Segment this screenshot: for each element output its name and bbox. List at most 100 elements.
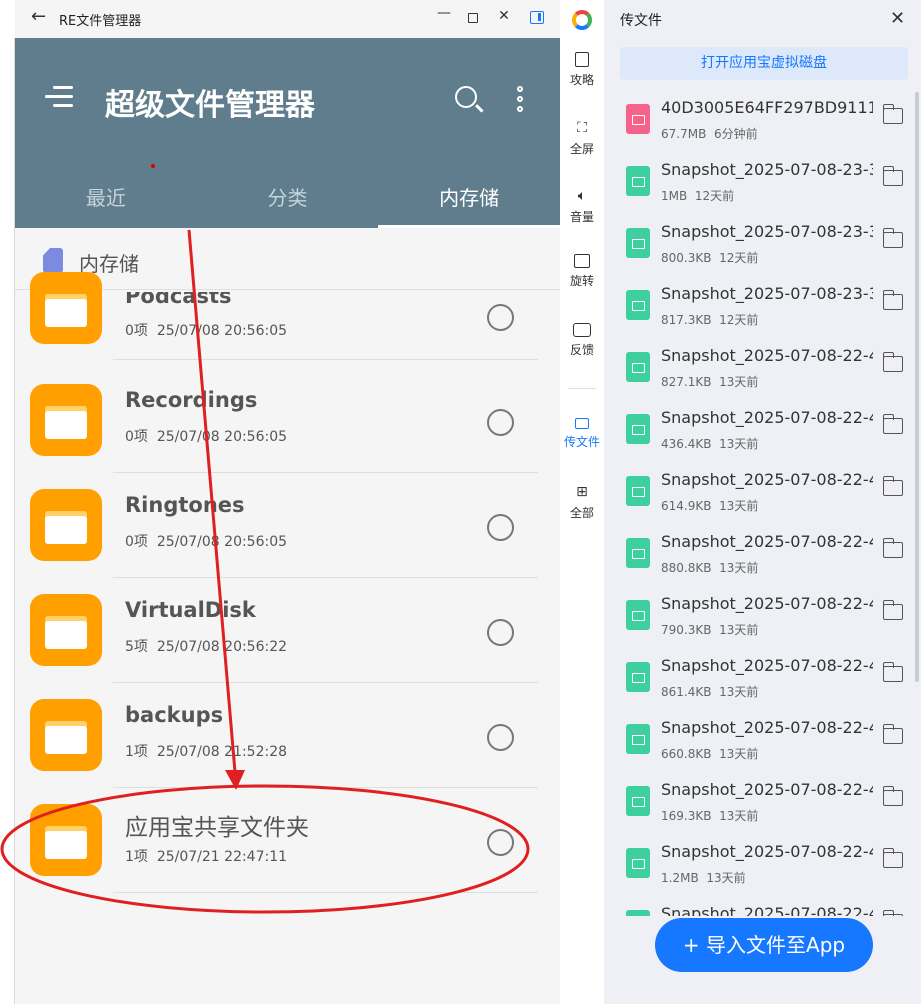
folder-row[interactable]: backups 1项 25/07/08 21:52:28 (15, 683, 560, 788)
file-name: Snapshot_2025-07-08-22-47 (661, 718, 873, 737)
image-file-icon (626, 724, 650, 754)
folder-row[interactable]: Ringtones 0项 25/07/08 20:56:05 (15, 473, 560, 578)
folder-meta: 0项 25/07/08 20:56:05 (125, 534, 288, 550)
open-folder-icon[interactable] (882, 724, 903, 744)
image-file-icon (626, 786, 650, 816)
transfer-file-row[interactable]: Snapshot_2025-07-08-23-34 817.3KB 12天前 (604, 278, 921, 340)
transfer-panel: 传文件 ✕ 打开应用宝虚拟磁盘 40D3005E64FF297BD9111FF 6… (604, 0, 921, 1004)
transfer-file-row[interactable]: Snapshot_2025-07-08-22-48 436.4KB 13天前 (604, 402, 921, 464)
maximize-icon[interactable] (468, 13, 478, 23)
transfer-file-row[interactable]: Snapshot_2025-07-08-22-47 790.3KB 13天前 (604, 588, 921, 650)
guide-icon (575, 52, 589, 67)
toolbar-fullscreen[interactable]: ⛶ 全屏 (560, 120, 604, 157)
tab-internal-storage[interactable]: 内存储 (378, 178, 560, 228)
open-virtual-disk-button[interactable]: 打开应用宝虚拟磁盘 (620, 47, 908, 80)
toolbar-volume[interactable]: 🔈︎ 音量 (560, 188, 604, 225)
open-folder-icon[interactable] (882, 290, 903, 310)
back-arrow-icon[interactable]: ← (31, 6, 46, 27)
volume-icon: 🔈︎ (577, 188, 587, 204)
folder-icon (30, 699, 102, 771)
file-name: Snapshot_2025-07-08-22-46 (661, 842, 873, 861)
import-to-app-button[interactable]: + 导入文件至App (655, 918, 873, 972)
open-folder-icon[interactable] (882, 910, 903, 916)
open-folder-icon[interactable] (882, 848, 903, 868)
image-file-icon (626, 352, 650, 382)
transfer-file-row[interactable]: Snapshot_2025-07-08-22-48 614.9KB 13天前 (604, 464, 921, 526)
folder-row[interactable]: Recordings 0项 25/07/08 20:56:05 (15, 368, 560, 473)
open-folder-icon[interactable] (882, 414, 903, 434)
transfer-file-row[interactable]: Snapshot_2025-07-08-23-34 1MB 12天前 (604, 154, 921, 216)
folder-icon (30, 489, 102, 561)
image-file-icon (626, 414, 650, 444)
transfer-file-row[interactable]: Snapshot_2025-07-08-22-46 (604, 898, 921, 916)
open-folder-icon[interactable] (882, 662, 903, 682)
tab-bar: 最近 分类 内存储 (15, 178, 560, 228)
screen: ← RE文件管理器 — ✕ 超级文件管理器 最近 分类 内存储 内存储 Podc… (0, 0, 921, 1004)
scrollbar[interactable] (915, 92, 919, 682)
select-radio[interactable] (487, 829, 514, 856)
folder-meta: 0项 25/07/08 20:56:05 (125, 323, 288, 339)
toolbar-rotate[interactable]: 旋转 (560, 254, 604, 289)
transfer-file-row[interactable]: 40D3005E64FF297BD9111FF 67.7MB 6分钟前 (604, 92, 921, 154)
folder-icon (30, 272, 102, 344)
file-name: Snapshot_2025-07-08-22-46 (661, 904, 873, 916)
open-folder-icon[interactable] (882, 600, 903, 620)
folder-meta: 1项 25/07/08 21:52:28 (125, 744, 288, 760)
toolbar-feedback[interactable]: 反馈 (560, 323, 604, 358)
folder-row[interactable]: VirtualDisk 5项 25/07/08 20:56:22 (15, 578, 560, 683)
folder-icon (30, 594, 102, 666)
close-icon[interactable]: ✕ (890, 8, 905, 29)
close-icon[interactable]: ✕ (493, 8, 515, 24)
select-radio[interactable] (487, 514, 514, 541)
transfer-file-row[interactable]: Snapshot_2025-07-08-22-48 827.1KB 13天前 (604, 340, 921, 402)
image-file-icon (626, 290, 650, 320)
transfer-file-row[interactable]: Snapshot_2025-07-08-22-48 880.8KB 13天前 (604, 526, 921, 588)
rotate-icon (574, 254, 590, 268)
sidebar-toggle-icon[interactable] (530, 11, 544, 24)
search-icon[interactable] (455, 86, 477, 108)
transfer-file-row[interactable]: Snapshot_2025-07-08-22-47 861.4KB 13天前 (604, 650, 921, 712)
folder-name: 应用宝共享文件夹 (125, 815, 309, 841)
folder-row[interactable]: 应用宝共享文件夹 1项 25/07/21 22:47:11 (15, 788, 560, 893)
tab-recent[interactable]: 最近 (15, 178, 197, 228)
select-radio[interactable] (487, 304, 514, 331)
toolbar-guide[interactable]: 攻略 (560, 52, 604, 88)
select-radio[interactable] (487, 409, 514, 436)
open-folder-icon[interactable] (882, 476, 903, 496)
open-folder-icon[interactable] (882, 786, 903, 806)
panel-title: 传文件 (620, 13, 662, 29)
file-name: Snapshot_2025-07-08-22-48 (661, 532, 873, 551)
file-name: 40D3005E64FF297BD9111FF (661, 98, 873, 117)
open-folder-icon[interactable] (882, 104, 903, 124)
image-file-icon (626, 538, 650, 568)
transfer-file-row[interactable]: Snapshot_2025-07-08-23-34 800.3KB 12天前 (604, 216, 921, 278)
open-folder-icon[interactable] (882, 538, 903, 558)
open-folder-icon[interactable] (882, 228, 903, 248)
open-folder-icon[interactable] (882, 166, 903, 186)
image-file-icon (626, 166, 650, 196)
tab-category[interactable]: 分类 (197, 178, 379, 228)
select-radio[interactable] (487, 724, 514, 751)
folder-meta: 5项 25/07/08 20:56:22 (125, 639, 288, 655)
window-titlebar: ← RE文件管理器 — ✕ (15, 0, 560, 38)
minimize-icon[interactable]: — (433, 5, 455, 21)
transfer-file-row[interactable]: Snapshot_2025-07-08-22-47 660.8KB 13天前 (604, 712, 921, 774)
open-folder-icon[interactable] (882, 352, 903, 372)
menu-icon[interactable] (45, 86, 73, 108)
grid-icon: ⊞ (576, 484, 588, 500)
toolbar-divider (568, 388, 596, 389)
transfer-file-row[interactable]: Snapshot_2025-07-08-22-47 169.3KB 13天前 (604, 774, 921, 836)
folder-row[interactable]: Podcasts 0项 25/07/08 20:56:05 (15, 264, 560, 360)
file-name: Snapshot_2025-07-08-23-34 (661, 160, 873, 179)
transfer-file-row[interactable]: Snapshot_2025-07-08-22-46 1.2MB 13天前 (604, 836, 921, 898)
toolbar-all[interactable]: ⊞ 全部 (560, 484, 604, 521)
toolbar-transfer-file[interactable]: 传文件 (560, 418, 604, 450)
select-radio[interactable] (487, 619, 514, 646)
file-name: Snapshot_2025-07-08-22-48 (661, 470, 873, 489)
folder-name: Ringtones (125, 493, 245, 517)
more-options-icon[interactable] (517, 86, 523, 112)
notification-dot (151, 164, 155, 168)
image-file-icon (626, 228, 650, 258)
file-name: Snapshot_2025-07-08-22-47 (661, 594, 873, 613)
file-name: Snapshot_2025-07-08-22-48 (661, 346, 873, 365)
